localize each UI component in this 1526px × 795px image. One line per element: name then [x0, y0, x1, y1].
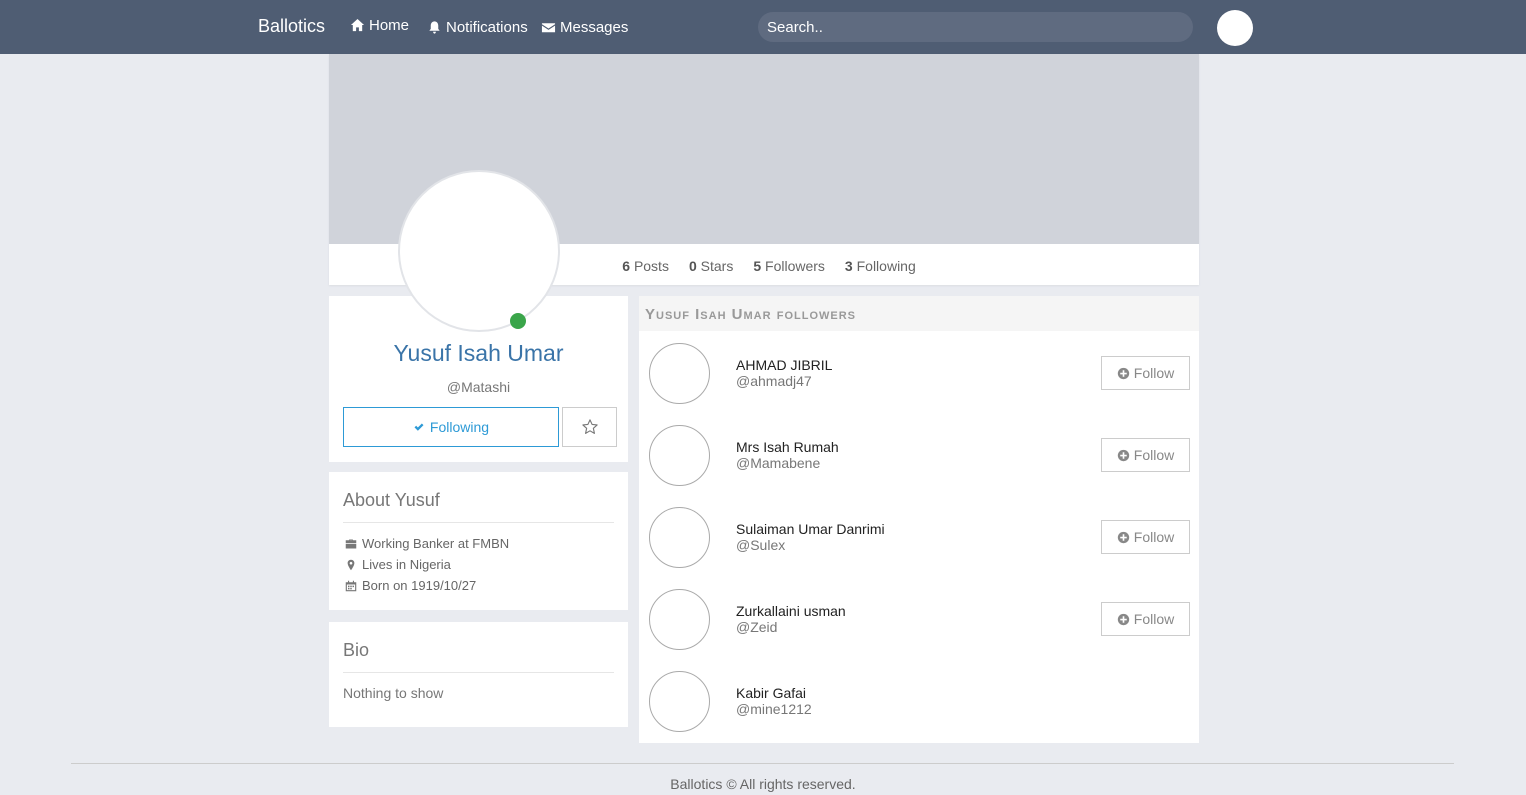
stat-posts-label: Posts	[633, 258, 669, 274]
follower-name[interactable]: Sulaiman Umar Danrimi	[736, 521, 885, 537]
stat-followers-label: Followers	[765, 258, 825, 274]
about-work: Working Banker at FMBN	[345, 536, 509, 551]
about-location-text: Lives in Nigeria	[362, 557, 451, 572]
follow-button-label: Follow	[1133, 447, 1175, 463]
brand-logo[interactable]: Ballotics	[258, 16, 325, 37]
stat-posts[interactable]: 6 Posts	[622, 258, 669, 274]
briefcase-icon	[345, 539, 357, 548]
nav-home-link[interactable]: Home	[350, 17, 409, 34]
top-navbar: Ballotics Home Notifications Messages	[0, 0, 1526, 54]
home-icon	[350, 18, 365, 32]
follower-handle: @mine1212	[736, 701, 812, 717]
follower-avatar[interactable]	[649, 589, 710, 650]
follower-avatar[interactable]	[649, 507, 710, 568]
bell-icon	[429, 21, 440, 34]
map-marker-icon	[347, 559, 355, 570]
follow-button[interactable]: Follow	[1101, 520, 1190, 554]
follower-name[interactable]: Kabir Gafai	[736, 685, 806, 701]
follower-item: Sulaiman Umar Danrimi @Sulex Follow	[639, 507, 1199, 589]
follow-button-label: Follow	[1133, 529, 1175, 545]
star-button[interactable]	[562, 407, 617, 447]
plus-circle-icon	[1117, 531, 1129, 543]
about-born-text: Born on 1919/10/27	[362, 578, 477, 593]
stat-stars[interactable]: 0 Stars	[689, 258, 733, 274]
stat-followers[interactable]: 5 Followers	[753, 258, 825, 274]
follower-name[interactable]: Mrs Isah Rumah	[736, 439, 839, 455]
follower-item: Kabir Gafai @mine1212	[639, 671, 1199, 753]
about-born: Born on 1919/10/27	[345, 578, 476, 593]
plus-circle-icon	[1117, 367, 1129, 379]
follow-button-label: Follow	[1133, 611, 1175, 627]
follower-handle: @Mamabene	[736, 455, 821, 471]
follower-avatar[interactable]	[649, 671, 710, 732]
profile-picture[interactable]	[398, 170, 560, 332]
search-input[interactable]	[758, 12, 1193, 42]
follower-item: Mrs Isah Rumah @Mamabene Follow	[639, 425, 1199, 507]
about-card: About Yusuf Working Banker at FMBN Lives…	[329, 472, 628, 610]
check-icon	[414, 423, 424, 431]
follower-item: AHMAD JIBRIL @ahmadj47 Follow	[639, 343, 1199, 425]
follower-avatar[interactable]	[649, 425, 710, 486]
stat-stars-label: Stars	[700, 258, 734, 274]
about-location: Lives in Nigeria	[345, 557, 451, 572]
follow-button[interactable]: Follow	[1101, 438, 1190, 472]
followers-header: Yusuf Isah Umar followers	[639, 296, 1199, 331]
about-divider	[343, 522, 614, 523]
stat-following-count: 3	[844, 258, 853, 274]
follower-name[interactable]: Zurkallaini usman	[736, 603, 846, 619]
followers-title: Yusuf Isah Umar followers	[645, 306, 856, 323]
follower-item: Zurkallaini usman @Zeid Follow	[639, 589, 1199, 671]
footer-divider	[71, 763, 1454, 764]
stat-following-label: Following	[856, 258, 916, 274]
follow-button-label: Follow	[1133, 365, 1175, 381]
stat-stars-count: 0	[688, 258, 697, 274]
follower-avatar[interactable]	[649, 343, 710, 404]
footer-text: Ballotics © All rights reserved.	[670, 776, 856, 792]
plus-circle-icon	[1117, 613, 1129, 625]
follower-handle: @Sulex	[736, 537, 786, 553]
stat-followers-count: 5	[753, 258, 762, 274]
envelope-icon	[541, 23, 556, 33]
user-avatar[interactable]	[1217, 10, 1253, 46]
online-status-indicator	[510, 313, 526, 329]
about-title: About Yusuf	[343, 490, 440, 510]
profile-name: Yusuf Isah Umar	[393, 340, 564, 366]
nav-notifications-link[interactable]: Notifications	[427, 19, 528, 36]
nav-notifications-label: Notifications	[446, 19, 528, 36]
follower-name[interactable]: AHMAD JIBRIL	[736, 357, 832, 373]
plus-circle-icon	[1117, 449, 1129, 461]
bio-text: Nothing to show	[343, 685, 444, 701]
bio-card: Bio Nothing to show	[329, 622, 628, 727]
nav-messages-link[interactable]: Messages	[541, 19, 628, 36]
nav-messages-label: Messages	[560, 19, 629, 36]
following-button[interactable]: Following	[343, 407, 559, 447]
followers-panel: Yusuf Isah Umar followers AHMAD JIBRIL @…	[639, 296, 1199, 743]
follow-button[interactable]: Follow	[1101, 356, 1190, 390]
following-button-label: Following	[429, 419, 490, 435]
bio-title: Bio	[343, 640, 370, 660]
follow-button[interactable]: Follow	[1101, 602, 1190, 636]
calendar-icon	[345, 580, 357, 591]
nav-home-label: Home	[369, 17, 410, 34]
star-icon	[581, 419, 598, 434]
follower-handle: @ahmadj47	[736, 373, 812, 389]
stat-posts-count: 6	[622, 258, 631, 274]
about-work-text: Working Banker at FMBN	[362, 536, 510, 551]
profile-handle: @Matashi	[446, 379, 511, 395]
follower-handle: @Zeid	[736, 619, 778, 635]
bio-divider	[343, 672, 614, 673]
stat-following[interactable]: 3 Following	[845, 258, 916, 274]
